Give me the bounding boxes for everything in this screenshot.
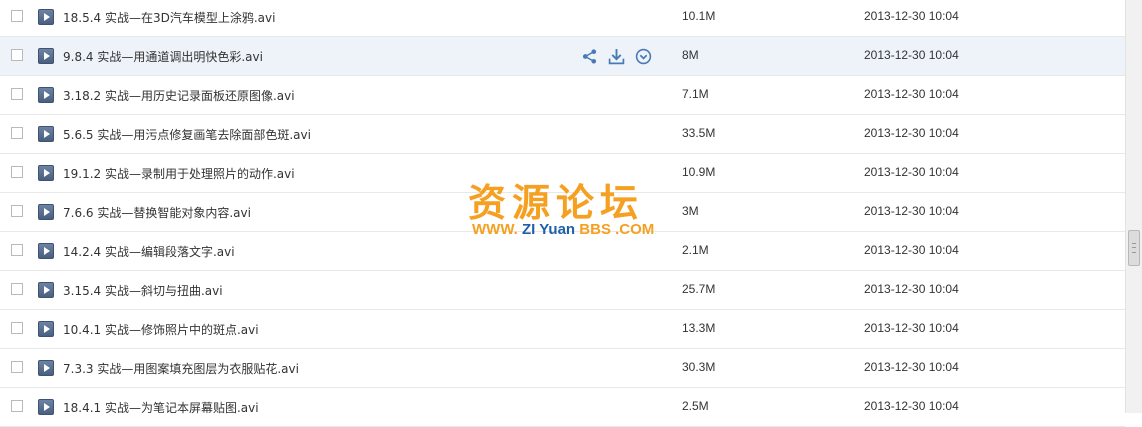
file-row[interactable]: 5.6.5 实战—用污点修复画笔去除面部色斑.avi 33.5M 2013-12… [0,115,1125,154]
file-name[interactable]: 3.15.4 实战—斜切与扭曲.avi [63,282,223,299]
row-checkbox[interactable] [11,283,23,295]
file-date: 2013-12-30 10:04 [864,399,959,413]
file-name[interactable]: 7.6.6 实战—替换智能对象内容.avi [63,204,251,221]
file-name[interactable]: 14.2.4 实战—编辑段落文字.avi [63,243,235,260]
row-checkbox[interactable] [11,10,23,22]
row-checkbox[interactable] [11,127,23,139]
file-size: 2.1M [682,243,709,257]
file-date: 2013-12-30 10:04 [864,87,959,101]
file-date: 2013-12-30 10:04 [864,204,959,218]
video-file-icon [38,360,54,376]
file-size: 3M [682,204,699,218]
row-checkbox[interactable] [11,166,23,178]
file-size: 25.7M [682,282,716,296]
file-name[interactable]: 18.5.4 实战—在3D汽车模型上涂鸦.avi [63,9,275,26]
file-row[interactable]: 3.18.2 实战—用历史记录面板还原图像.avi 7.1M 2013-12-3… [0,76,1125,115]
scrollbar-thumb[interactable] [1128,230,1140,266]
video-file-icon [38,321,54,337]
watermark: 资源论坛 WWW. ZI Yuan BBS .COM [468,172,678,242]
watermark-url: WWW. ZI Yuan BBS .COM [472,221,654,238]
file-size: 13.3M [682,321,716,335]
file-size: 10.9M [682,165,716,179]
video-file-icon [38,126,54,142]
watermark-url-bbs: BBS [579,221,611,238]
watermark-title: 资源论坛 [468,181,645,225]
file-name[interactable]: 7.3.3 实战—用图案填充图层为衣服贴花.avi [63,360,299,377]
file-size: 30.3M [682,360,716,374]
video-file-icon [38,48,54,64]
file-row[interactable]: 10.4.1 实战—修饰照片中的斑点.avi 13.3M 2013-12-30 … [0,310,1125,349]
file-size: 7.1M [682,87,709,101]
file-size: 10.1M [682,9,716,23]
row-checkbox[interactable] [11,322,23,334]
file-row[interactable]: 18.5.4 实战—在3D汽车模型上涂鸦.avi 10.1M 2013-12-3… [0,0,1125,37]
vertical-scrollbar[interactable] [1125,0,1142,413]
video-file-icon [38,87,54,103]
file-date: 2013-12-30 10:04 [864,243,959,257]
file-date: 2013-12-30 10:04 [864,9,959,23]
file-name[interactable]: 3.18.2 实战—用历史记录面板还原图像.avi [63,87,295,104]
share-icon[interactable] [581,48,598,65]
file-size: 33.5M [682,126,716,140]
row-checkbox[interactable] [11,205,23,217]
file-date: 2013-12-30 10:04 [864,165,959,179]
file-date: 2013-12-30 10:04 [864,282,959,296]
file-row[interactable]: 3.15.4 实战—斜切与扭曲.avi 25.7M 2013-12-30 10:… [0,271,1125,310]
video-file-icon [38,165,54,181]
row-checkbox[interactable] [11,244,23,256]
file-name[interactable]: 5.6.5 实战—用污点修复画笔去除面部色斑.avi [63,126,311,143]
file-size: 2.5M [682,399,709,413]
video-file-icon [38,204,54,220]
watermark-url-www: WWW. [472,221,518,238]
file-name[interactable]: 18.4.1 实战—为笔记本屏幕贴图.avi [63,399,259,416]
video-file-icon [38,9,54,25]
row-checkbox[interactable] [11,49,23,61]
more-icon[interactable] [635,48,652,65]
video-file-icon [38,282,54,298]
file-name[interactable]: 19.1.2 实战—录制用于处理照片的动作.avi [63,165,295,182]
row-actions [581,48,652,65]
file-date: 2013-12-30 10:04 [864,360,959,374]
file-name[interactable]: 9.8.4 实战—用通道调出明快色彩.avi [63,48,263,65]
file-row[interactable]: 9.8.4 实战—用通道调出明快色彩.avi 8M 2013-12-30 10:… [0,37,1125,76]
file-row[interactable]: 7.3.3 实战—用图案填充图层为衣服贴花.avi 30.3M 2013-12-… [0,349,1125,388]
download-icon[interactable] [608,48,625,65]
file-date: 2013-12-30 10:04 [864,126,959,140]
video-file-icon [38,243,54,259]
file-date: 2013-12-30 10:04 [864,48,959,62]
watermark-url-zi: ZI [522,221,536,238]
row-checkbox[interactable] [11,400,23,412]
watermark-url-com: .COM [615,221,655,238]
file-name[interactable]: 10.4.1 实战—修饰照片中的斑点.avi [63,321,259,338]
row-checkbox[interactable] [11,361,23,373]
row-checkbox[interactable] [11,88,23,100]
watermark-url-yuan: Yuan [539,221,576,238]
file-date: 2013-12-30 10:04 [864,321,959,335]
file-row[interactable]: 18.4.1 实战—为笔记本屏幕贴图.avi 2.5M 2013-12-30 1… [0,388,1125,427]
file-size: 8M [682,48,699,62]
